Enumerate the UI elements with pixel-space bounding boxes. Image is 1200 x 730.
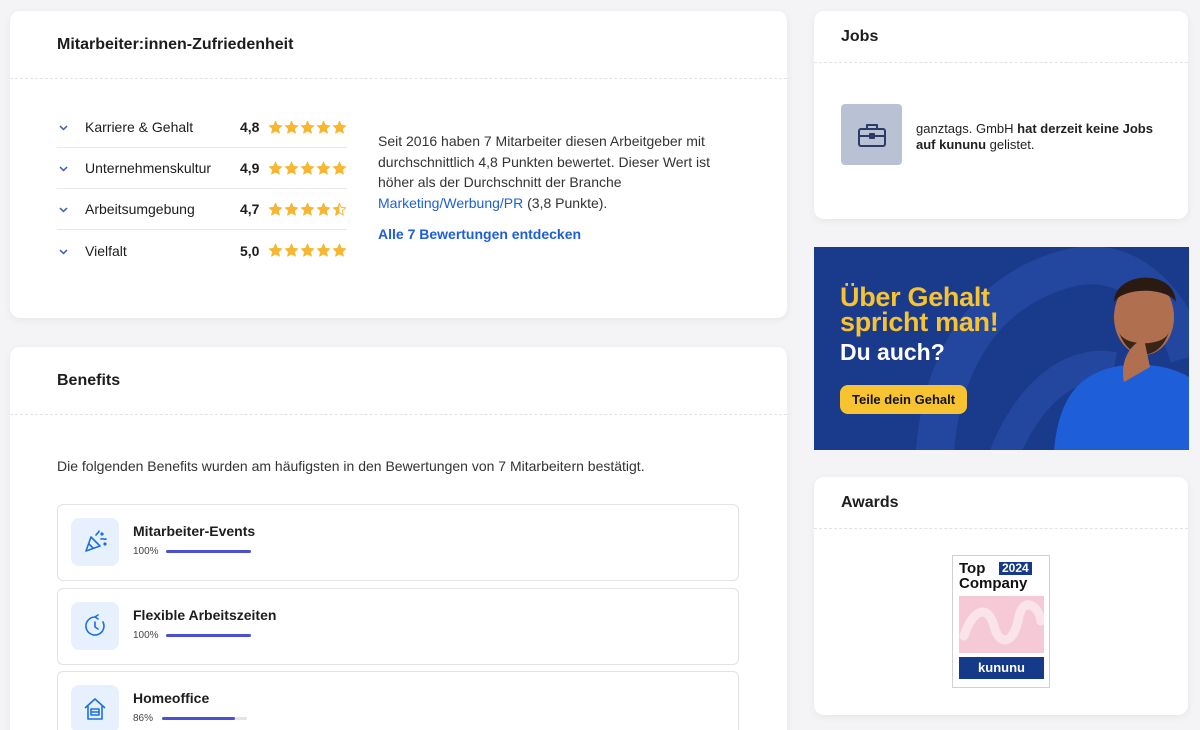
star-icon bbox=[268, 243, 283, 258]
awards-card: Awards Top 2024 Company kununu bbox=[814, 477, 1188, 715]
benefit-bar bbox=[166, 550, 251, 553]
factor-score: 5,0 bbox=[240, 242, 260, 259]
all-reviews-link[interactable]: Alle 7 Bewertungen entdecken bbox=[378, 224, 728, 245]
jobs-title: Jobs bbox=[814, 11, 1188, 63]
star-icon bbox=[332, 120, 347, 135]
top-company-badge[interactable]: Top 2024 Company kununu bbox=[952, 555, 1050, 688]
banner-title: Über Gehalt spricht man! bbox=[840, 284, 999, 337]
awards-title: Awards bbox=[814, 477, 1188, 529]
star-icon bbox=[268, 120, 283, 135]
star-icon bbox=[284, 161, 299, 176]
star-icon bbox=[268, 202, 283, 217]
benefit-name: Homeoffice bbox=[133, 690, 210, 706]
factor-list: Karriere & Gehalt 4,8 Unternehmenskultur 4,… bbox=[57, 107, 347, 271]
star-icon bbox=[268, 161, 283, 176]
star-icon bbox=[300, 243, 315, 258]
chevron-down-icon[interactable] bbox=[57, 120, 79, 134]
star-icon bbox=[316, 120, 331, 135]
factor-score: 4,9 bbox=[240, 160, 260, 176]
benefit-percent: 86% bbox=[133, 713, 154, 724]
factor-label: Karriere & Gehalt bbox=[85, 119, 194, 135]
benefit-item-flex-hours: Flexible Arbeitszeiten 100% bbox=[57, 588, 739, 665]
jobs-end: gelistet. bbox=[986, 137, 1035, 152]
benefit-bar bbox=[166, 634, 251, 637]
chevron-down-icon[interactable] bbox=[57, 244, 79, 258]
benefit-bar bbox=[162, 717, 247, 720]
jobs-company: ganztags. GmbH bbox=[916, 121, 1018, 136]
star-rating bbox=[268, 202, 347, 217]
factor-label: Arbeitsumgebung bbox=[85, 201, 195, 217]
star-icon bbox=[300, 202, 315, 217]
star-icon bbox=[316, 243, 331, 258]
factor-row[interactable]: Unternehmenskultur 4,9 bbox=[57, 148, 347, 189]
star-icon bbox=[316, 202, 331, 217]
benefit-bar-fill bbox=[162, 717, 236, 720]
factor-score: 4,7 bbox=[240, 201, 260, 217]
banner-title-line2: spricht man! bbox=[840, 307, 999, 337]
badge-brand: kununu bbox=[959, 657, 1044, 679]
badge-company: Company bbox=[959, 575, 1028, 592]
star-icon bbox=[332, 243, 347, 258]
satisfaction-card: Mitarbeiter:innen-Zufriedenheit Karriere… bbox=[10, 11, 787, 318]
benefit-percent: 100% bbox=[133, 546, 159, 557]
benefit-name: Mitarbeiter-Events bbox=[133, 523, 256, 539]
badge-artwork bbox=[959, 596, 1046, 653]
satisfaction-title: Mitarbeiter:innen-Zufriedenheit bbox=[10, 11, 787, 79]
star-icon bbox=[332, 202, 347, 217]
factor-row[interactable]: Karriere & Gehalt 4,8 bbox=[57, 107, 347, 148]
banner-subtitle: Du auch? bbox=[840, 339, 945, 365]
chevron-down-icon[interactable] bbox=[57, 202, 79, 216]
factor-row[interactable]: Arbeitsumgebung 4,7 bbox=[57, 189, 347, 230]
satisfaction-summary: Seit 2016 haben 7 Mitarbeiter diesen Arb… bbox=[378, 131, 728, 245]
star-icon bbox=[284, 202, 299, 217]
branch-link[interactable]: Marketing/Werbung/PR bbox=[378, 195, 523, 211]
badge-year: 2024 bbox=[999, 562, 1032, 575]
star-icon bbox=[316, 161, 331, 176]
factor-label: Unternehmenskultur bbox=[85, 160, 212, 176]
jobs-card: Jobs ganztags. GmbH hat derzeit keine Jo… bbox=[814, 11, 1188, 219]
star-rating bbox=[268, 120, 347, 135]
benefit-item-events: Mitarbeiter-Events 100% bbox=[57, 504, 739, 581]
summary-text: Seit 2016 haben 7 Mitarbeiter diesen Arb… bbox=[378, 133, 711, 190]
party-popper-icon bbox=[71, 518, 119, 566]
benefit-name: Flexible Arbeitszeiten bbox=[133, 607, 277, 623]
clock-icon bbox=[71, 602, 119, 650]
share-salary-button[interactable]: Teile dein Gehalt bbox=[840, 385, 968, 414]
briefcase-icon bbox=[841, 104, 902, 165]
benefits-title: Benefits bbox=[10, 347, 787, 415]
factor-score: 4,8 bbox=[240, 119, 260, 135]
benefit-item-homeoffice: Homeoffice 86% bbox=[57, 671, 739, 730]
star-icon bbox=[332, 161, 347, 176]
star-icon bbox=[284, 120, 299, 135]
home-icon bbox=[71, 685, 119, 730]
star-icon bbox=[300, 161, 315, 176]
benefits-intro: Die folgenden Benefits wurden am häufigs… bbox=[57, 458, 645, 474]
star-rating bbox=[268, 243, 347, 258]
chevron-down-icon[interactable] bbox=[57, 161, 79, 175]
star-icon bbox=[284, 243, 299, 258]
benefit-percent: 100% bbox=[133, 630, 159, 641]
benefits-card: Benefits Die folgenden Benefits wurden a… bbox=[10, 347, 787, 730]
star-icon bbox=[300, 120, 315, 135]
salary-banner[interactable]: Über Gehalt spricht man! Du auch? Teile … bbox=[814, 247, 1189, 450]
star-rating bbox=[268, 161, 347, 176]
benefit-bar-fill bbox=[166, 550, 251, 553]
jobs-message: ganztags. GmbH hat derzeit keine Jobs au… bbox=[916, 121, 1166, 153]
factor-label: Vielfalt bbox=[85, 242, 127, 259]
factor-row[interactable]: Vielfalt 5,0 bbox=[57, 230, 347, 271]
summary-suffix: (3,8 Punkte). bbox=[523, 194, 608, 211]
benefit-bar-fill bbox=[166, 634, 251, 637]
